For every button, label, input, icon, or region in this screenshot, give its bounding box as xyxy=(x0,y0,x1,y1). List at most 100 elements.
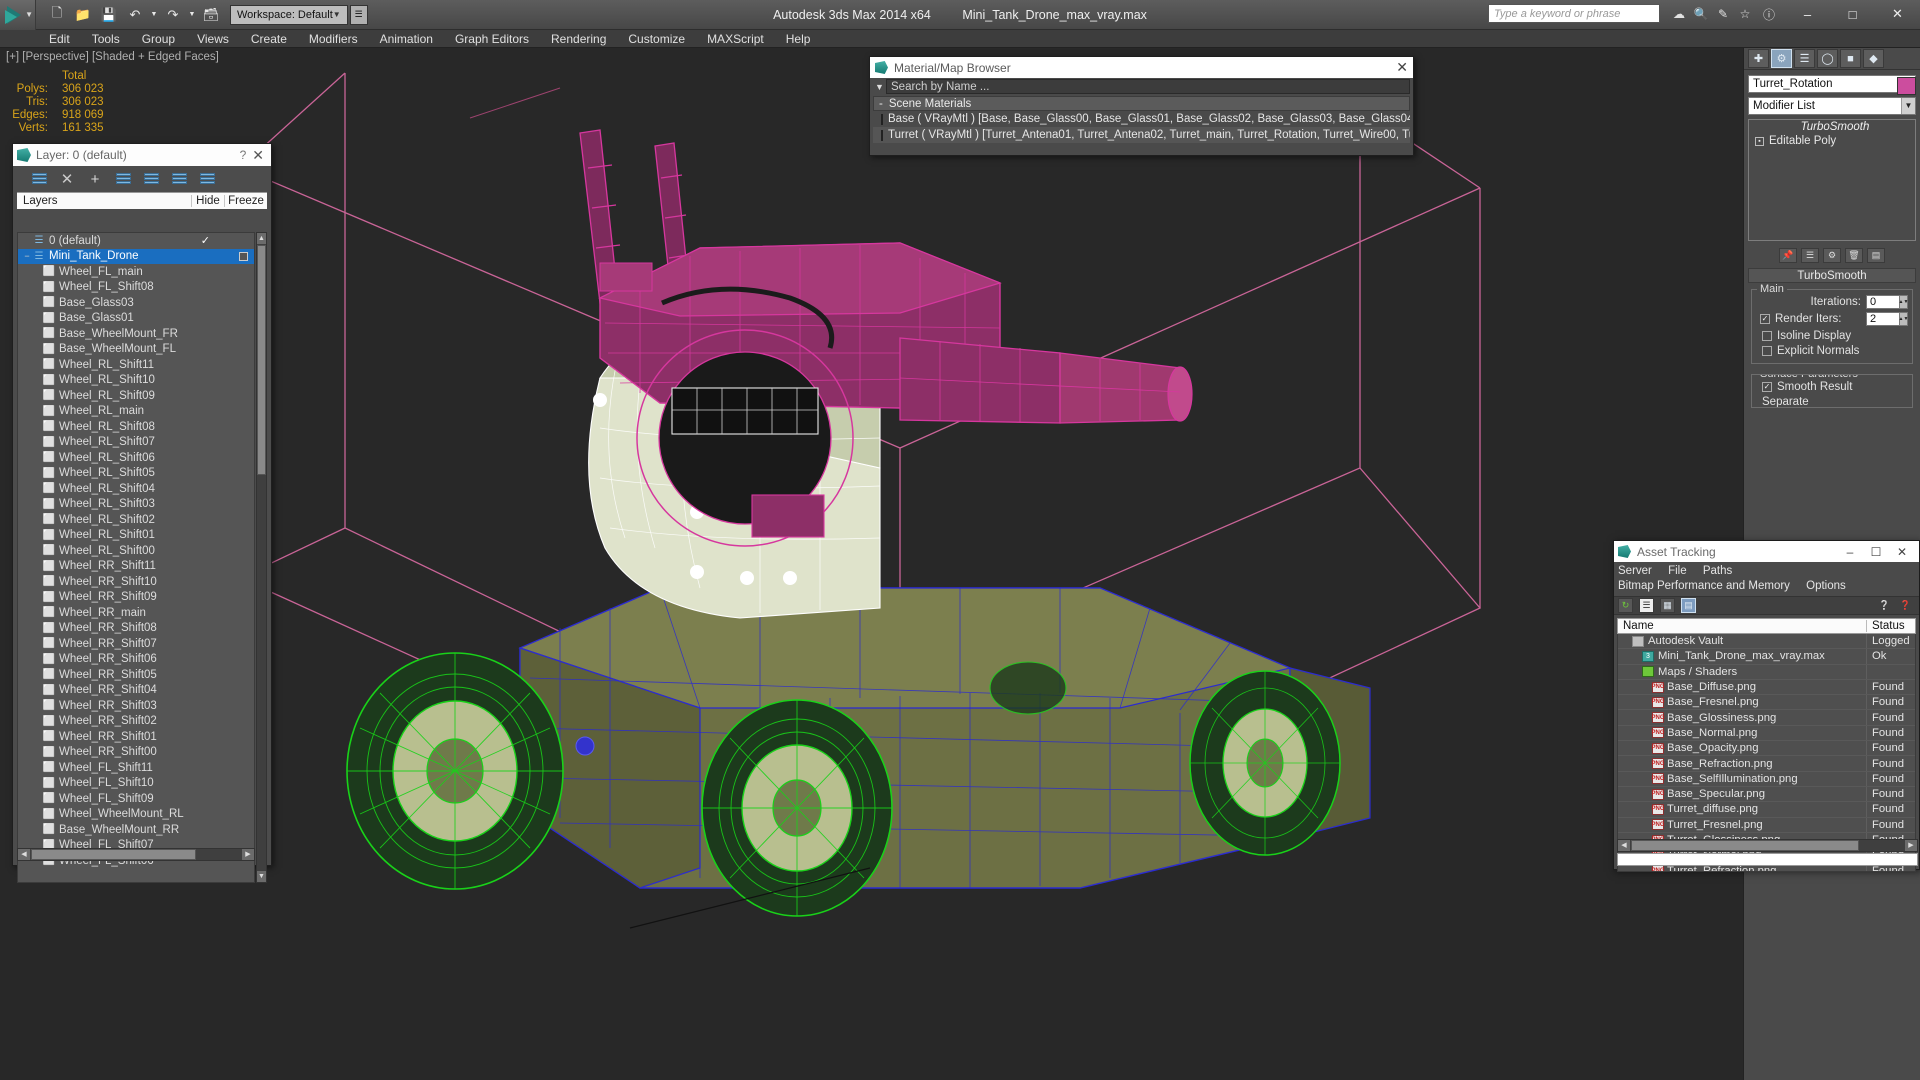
asset-row[interactable]: PNG Base_Glossiness.png Found xyxy=(1618,710,1915,726)
minimize-button[interactable]: – xyxy=(1837,545,1863,559)
redo-dropdown-icon[interactable]: ▼ xyxy=(187,3,197,27)
layer-row[interactable]: ⬜ Wheel_RR_Shift02 xyxy=(18,714,254,730)
save-file-icon[interactable]: 💾 xyxy=(97,3,121,27)
isoline-display-row[interactable]: Isoline Display xyxy=(1756,328,1908,343)
modifier-stack[interactable]: TurboSmooth ▪ Editable Poly xyxy=(1748,119,1916,241)
layer-row[interactable]: ⬜ Wheel_FL_Shift08 xyxy=(18,280,254,296)
layer-explorer-titlebar[interactable]: Layer: 0 (default) ? ✕ xyxy=(13,144,271,166)
layer-row[interactable]: ⬜ Wheel_RR_Shift04 xyxy=(18,683,254,699)
favorite-icon[interactable]: ☆ xyxy=(1736,5,1754,23)
close-button[interactable]: ✕ xyxy=(1889,545,1915,559)
material-search-input[interactable]: Search by Name ... xyxy=(886,79,1410,94)
display-tab[interactable]: ■ xyxy=(1840,49,1861,68)
layer-row[interactable]: ⬜ Wheel_RL_Shift02 xyxy=(18,512,254,528)
explicit-normals-row[interactable]: Explicit Normals xyxy=(1756,343,1908,358)
layer-row[interactable]: ⬜ Wheel_RR_Shift05 xyxy=(18,667,254,683)
asset-row[interactable]: PNG Base_Diffuse.png Found xyxy=(1618,679,1915,696)
scroll-left-icon[interactable]: ◀ xyxy=(18,849,30,860)
scroll-right-icon[interactable]: ▶ xyxy=(1905,840,1917,851)
menu-options[interactable]: Options xyxy=(1806,580,1846,592)
asset-row[interactable]: PNG Base_Refraction.png Found xyxy=(1618,756,1915,772)
modifier-list-dropdown[interactable]: Modifier List ▼ xyxy=(1748,97,1916,115)
asset-column-status[interactable]: Status xyxy=(1867,620,1915,632)
asset-list[interactable]: Autodesk Vault Logged 3 Mini_Tank_Drone_max… xyxy=(1617,634,1916,872)
material-list[interactable]: Base ( VRayMtl ) [Base, Base_Glass00, Ba… xyxy=(870,111,1413,143)
layer-row[interactable]: ⬜ Wheel_RL_Shift10 xyxy=(18,373,254,389)
select-objects-icon[interactable] xyxy=(115,171,131,187)
menu-item-animation[interactable]: Animation xyxy=(369,30,444,48)
close-icon[interactable]: ✕ xyxy=(252,147,267,164)
asset-row[interactable]: 3 Mini_Tank_Drone_max_vray.max Ok xyxy=(1618,649,1915,665)
layer-list[interactable]: ☰ 0 (default) ✓ − ☰ Mini_Tank_Drone ⬜ Wheel_FL_… xyxy=(17,232,255,883)
layer-row[interactable]: ⬜ Wheel_RL_Shift00 xyxy=(18,543,254,559)
modifier-stack-row[interactable]: ▪ Editable Poly xyxy=(1749,134,1915,148)
layer-explorer-window[interactable]: Layer: 0 (default) ? ✕ ✕ + Layers Hide F… xyxy=(12,143,272,883)
iterations-input[interactable]: 0 xyxy=(1866,294,1900,309)
material-browser-titlebar[interactable]: Material/Map Browser ✕ xyxy=(870,57,1413,78)
search-input[interactable]: Type a keyword or phrase xyxy=(1488,4,1660,23)
layer-column-freeze[interactable]: Freeze xyxy=(225,195,267,207)
iterations-spinner[interactable]: ▲▼ xyxy=(1899,294,1908,309)
hscrollbar-thumb[interactable] xyxy=(1631,840,1859,851)
asset-tracking-window[interactable]: Asset Tracking – ☐ ✕ Server File Paths B… xyxy=(1613,540,1920,872)
menu-item-tools[interactable]: Tools xyxy=(81,30,131,48)
scroll-up-icon[interactable]: ▲ xyxy=(257,233,266,244)
explicit-normals-checkbox[interactable] xyxy=(1762,345,1772,356)
menu-item-customize[interactable]: Customize xyxy=(617,30,696,48)
layer-row[interactable]: ⬜ Wheel_RL_main xyxy=(18,404,254,420)
isoline-display-checkbox[interactable] xyxy=(1762,330,1772,341)
maximize-button[interactable]: ☐ xyxy=(1863,545,1889,559)
create-tab[interactable]: ✚ xyxy=(1748,49,1769,68)
layer-row[interactable]: ⬜ Wheel_RR_Shift01 xyxy=(18,729,254,745)
layer-row[interactable]: ⬜ Base_Glass03 xyxy=(18,295,254,311)
render-iters-input[interactable]: 2 xyxy=(1866,311,1900,326)
list-view-icon[interactable]: ☰ xyxy=(1639,598,1654,613)
modifier-enable-checkbox[interactable]: ▪ xyxy=(1755,136,1764,146)
menu-item-group[interactable]: Group xyxy=(131,30,186,48)
menu-item-graph-editors[interactable]: Graph Editors xyxy=(444,30,540,48)
layer-row[interactable]: ⬜ Wheel_WheelMount_RL xyxy=(18,807,254,823)
hierarchy-tab[interactable]: ☰ xyxy=(1794,49,1815,68)
redo-icon[interactable]: ↷ xyxy=(161,3,185,27)
layer-row[interactable]: ⬜ Wheel_FL_main xyxy=(18,264,254,280)
scroll-right-icon[interactable]: ▶ xyxy=(242,849,254,860)
layer-row[interactable]: ⬜ Base_Glass01 xyxy=(18,311,254,327)
layer-row[interactable]: ⬜ Wheel_RR_main xyxy=(18,605,254,621)
turbosmooth-rollout-header[interactable]: TurboSmooth xyxy=(1748,268,1916,283)
layer-row[interactable]: ⬜ Wheel_RR_Shift08 xyxy=(18,621,254,637)
open-file-icon[interactable]: 📁 xyxy=(71,3,95,27)
layer-row-selected[interactable]: − ☰ Mini_Tank_Drone xyxy=(18,248,254,264)
layer-list-hscrollbar[interactable]: ◀ ▶ xyxy=(17,848,255,861)
smooth-result-checkbox[interactable]: ✓ xyxy=(1762,381,1772,392)
scene-materials-group-header[interactable]: - Scene Materials xyxy=(873,96,1410,111)
modifier-stack-row[interactable]: TurboSmooth xyxy=(1749,120,1915,134)
help-icon[interactable]: ✎ xyxy=(1714,5,1732,23)
remove-modifier-icon[interactable]: 🗑 xyxy=(1845,247,1863,263)
maximize-button[interactable]: □ xyxy=(1830,0,1875,28)
minimize-button[interactable]: – xyxy=(1785,0,1830,28)
undo-icon[interactable]: ↶ xyxy=(123,3,147,27)
layer-row[interactable]: ☰ 0 (default) ✓ xyxy=(18,233,254,249)
layer-row[interactable]: ⬜ Wheel_RL_Shift06 xyxy=(18,450,254,466)
help-icon[interactable]: ❓ xyxy=(1898,598,1913,613)
filter-dropdown-icon[interactable]: ▼ xyxy=(873,82,886,92)
layer-row[interactable]: ⬜ Base_WheelMount_RR xyxy=(18,822,254,838)
menu-item-views[interactable]: Views xyxy=(186,30,240,48)
hide-unhide-icon[interactable] xyxy=(199,171,215,187)
asset-tracking-titlebar[interactable]: Asset Tracking – ☐ ✕ xyxy=(1614,541,1919,562)
menu-bitmap-performance[interactable]: Bitmap Performance and Memory xyxy=(1618,580,1790,592)
layer-row[interactable]: ⬜ Wheel_RR_Shift03 xyxy=(18,698,254,714)
menu-file[interactable]: File xyxy=(1668,565,1687,577)
layer-row[interactable]: ⬜ Wheel_FL_Shift11 xyxy=(18,760,254,776)
layer-row[interactable]: ⬜ Wheel_RL_Shift07 xyxy=(18,435,254,451)
workspace-menu-icon[interactable]: ☰ xyxy=(349,4,368,25)
grid-view-icon[interactable]: ▤ xyxy=(1681,598,1696,613)
make-unique-icon[interactable]: ⚙ xyxy=(1823,247,1841,263)
hide-checkbox[interactable] xyxy=(239,251,248,261)
menu-item-edit[interactable]: Edit xyxy=(38,30,81,48)
delete-layer-icon[interactable]: ✕ xyxy=(59,171,75,188)
highlight-selected-icon[interactable] xyxy=(171,171,187,187)
asset-row[interactable]: Autodesk Vault Logged xyxy=(1618,634,1915,650)
scroll-left-icon[interactable]: ◀ xyxy=(1618,840,1630,851)
select-highlighted-icon[interactable] xyxy=(143,171,159,187)
